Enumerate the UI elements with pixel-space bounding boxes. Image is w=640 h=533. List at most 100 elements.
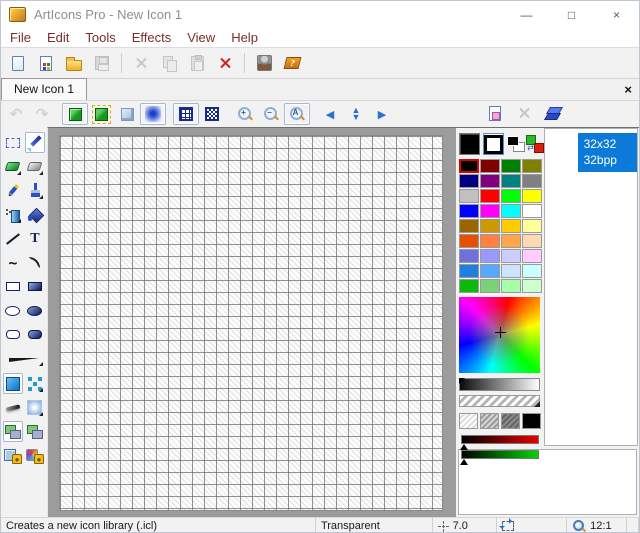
- menu-view[interactable]: View: [179, 30, 223, 45]
- new-format-button[interactable]: [483, 103, 507, 123]
- delete-format-button[interactable]: [512, 103, 536, 123]
- palette-swatch-20[interactable]: [459, 234, 479, 248]
- minimize-button[interactable]: —: [504, 1, 549, 28]
- line-width-button[interactable]: [3, 352, 45, 368]
- line-button[interactable]: [3, 228, 23, 249]
- normal-fill-style-button[interactable]: [3, 373, 23, 394]
- rectangle-button[interactable]: [3, 276, 23, 297]
- format-item-32x32[interactable]: 32x3232bpp: [545, 133, 637, 172]
- close-button[interactable]: ×: [594, 1, 639, 28]
- palette-swatch-31[interactable]: [522, 264, 542, 278]
- palette-swatch-14[interactable]: [501, 204, 521, 218]
- filled-ellipse-button[interactable]: [25, 300, 45, 321]
- lock-transparency-button[interactable]: [3, 445, 23, 466]
- palette-swatch-8[interactable]: [459, 189, 479, 203]
- curve-button[interactable]: ~: [3, 252, 23, 273]
- smooth-view-button[interactable]: [140, 103, 166, 125]
- palette-swatch-34[interactable]: [501, 279, 521, 293]
- palette-swatch-29[interactable]: [480, 264, 500, 278]
- palette-swatch-6[interactable]: [501, 174, 521, 188]
- palette-swatch-1[interactable]: [480, 159, 500, 173]
- palette-swatch-26[interactable]: [501, 249, 521, 263]
- tab-new-icon-1[interactable]: New Icon 1: [1, 78, 87, 100]
- shift-colors-button[interactable]: [3, 421, 23, 442]
- palette-swatch-22[interactable]: [501, 234, 521, 248]
- color-picker-button[interactable]: [25, 132, 45, 153]
- ellipse-button[interactable]: [3, 300, 23, 321]
- palette-swatch-12[interactable]: [459, 204, 479, 218]
- foreground-color-swatch[interactable]: [459, 133, 480, 155]
- show-grid-button[interactable]: [173, 103, 199, 125]
- menu-tools[interactable]: Tools: [77, 30, 123, 45]
- shade-swatch-black[interactable]: [522, 413, 541, 429]
- palette-swatch-0[interactable]: [459, 159, 479, 173]
- default-colors-swatch[interactable]: [507, 136, 523, 152]
- scroll-vertical-button[interactable]: [343, 103, 369, 125]
- green-channel-slider[interactable]: [461, 450, 539, 459]
- palette-swatch-7[interactable]: [522, 174, 542, 188]
- transparent-view-button[interactable]: [114, 103, 140, 125]
- palette-swatch-2[interactable]: [501, 159, 521, 173]
- scroll-left-button[interactable]: ◀: [317, 103, 343, 125]
- smudge-button[interactable]: [3, 397, 23, 418]
- save-button[interactable]: [88, 50, 116, 76]
- shift-colors-alt-button[interactable]: [25, 421, 45, 442]
- cut-button[interactable]: [127, 50, 155, 76]
- palette-swatch-9[interactable]: [480, 189, 500, 203]
- shade-swatch-light[interactable]: [459, 413, 478, 429]
- palette-swatch-28[interactable]: [459, 264, 479, 278]
- soft-brush-button[interactable]: [25, 397, 45, 418]
- menu-effects[interactable]: Effects: [124, 30, 180, 45]
- palette-swatch-35[interactable]: [522, 279, 542, 293]
- alpha-slider[interactable]: [459, 395, 540, 407]
- background-color-swatch[interactable]: [483, 133, 504, 155]
- palette-swatch-33[interactable]: [480, 279, 500, 293]
- palette-swatch-27[interactable]: [522, 249, 542, 263]
- swap-colors-button[interactable]: ⇄: [526, 135, 543, 153]
- text-button[interactable]: T: [25, 228, 45, 249]
- menu-file[interactable]: File: [2, 30, 39, 45]
- palette-swatch-3[interactable]: [522, 159, 542, 173]
- palette-swatch-15[interactable]: [522, 204, 542, 218]
- drawing-canvas[interactable]: [59, 135, 443, 511]
- palette-swatch-4[interactable]: [459, 174, 479, 188]
- pattern-grid-button[interactable]: [199, 103, 225, 125]
- copy-button[interactable]: [155, 50, 183, 76]
- color-gradient-field[interactable]: [459, 297, 540, 373]
- palette-swatch-32[interactable]: [459, 279, 479, 293]
- delete-button[interactable]: [211, 50, 239, 76]
- shade-swatch-medium[interactable]: [480, 413, 499, 429]
- new-icon-button[interactable]: [32, 50, 60, 76]
- brush-button[interactable]: [25, 180, 45, 201]
- palette-swatch-30[interactable]: [501, 264, 521, 278]
- scroll-right-button[interactable]: ▶: [369, 103, 395, 125]
- palette-swatch-25[interactable]: [480, 249, 500, 263]
- fill-button[interactable]: [25, 204, 45, 225]
- redo-button[interactable]: ↷: [29, 103, 55, 125]
- filled-rectangle-button[interactable]: [25, 276, 45, 297]
- grayscale-slider[interactable]: [459, 378, 540, 391]
- palette-swatch-5[interactable]: [480, 174, 500, 188]
- scatter-style-button[interactable]: [25, 373, 45, 394]
- wizard-button[interactable]: [250, 50, 278, 76]
- maximize-button[interactable]: □: [549, 1, 594, 28]
- shade-swatch-dark[interactable]: [501, 413, 520, 429]
- menu-edit[interactable]: Edit: [39, 30, 77, 45]
- palette-swatch-13[interactable]: [480, 204, 500, 218]
- normal-view-button[interactable]: [62, 103, 88, 125]
- selection-view-button[interactable]: [88, 103, 114, 125]
- pencil-button[interactable]: [3, 180, 23, 201]
- palette-swatch-18[interactable]: [501, 219, 521, 233]
- open-button[interactable]: [60, 50, 88, 76]
- palette-swatch-23[interactable]: [522, 234, 542, 248]
- palette-swatch-11[interactable]: [522, 189, 542, 203]
- palette-swatch-16[interactable]: [459, 219, 479, 233]
- rectangular-selection-button[interactable]: [3, 132, 23, 153]
- filled-rounded-rectangle-button[interactable]: [25, 324, 45, 345]
- palette-swatch-21[interactable]: [480, 234, 500, 248]
- paste-button[interactable]: [183, 50, 211, 76]
- tab-close-button[interactable]: ×: [624, 82, 632, 97]
- help-button[interactable]: ?: [278, 50, 306, 76]
- arc-button[interactable]: [25, 252, 45, 273]
- palette-swatch-17[interactable]: [480, 219, 500, 233]
